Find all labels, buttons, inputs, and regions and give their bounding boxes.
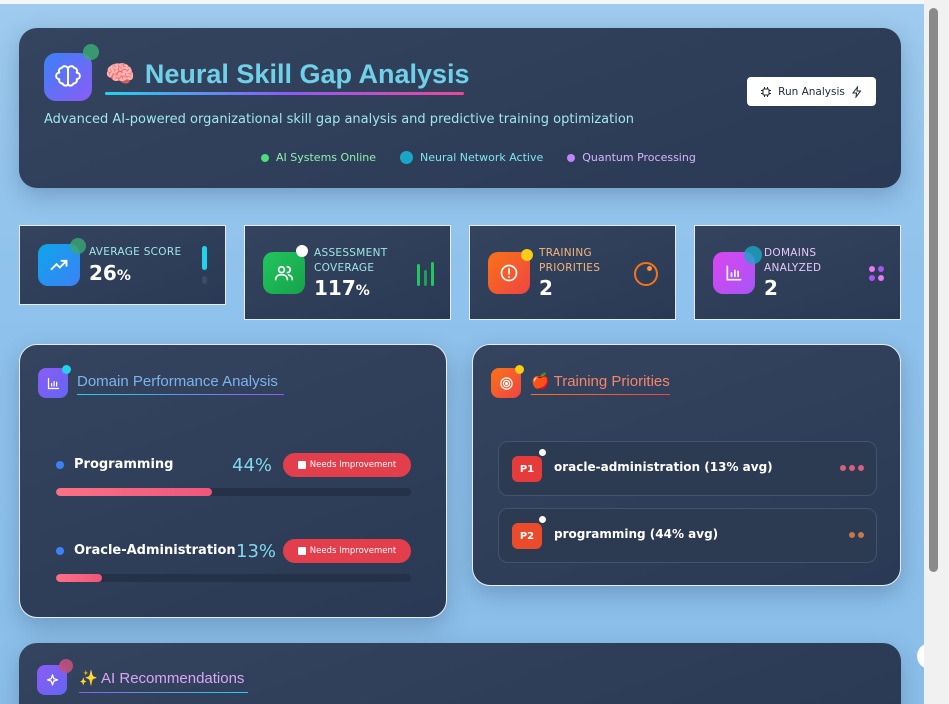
status-dot [400,151,413,164]
title-underline [77,394,284,395]
brain-emoji-icon: 🧠 [105,60,135,88]
stat-value: 2 [539,276,553,300]
warning-icon [297,461,306,469]
stat-value: 2 [764,276,778,300]
severity-dots [849,532,864,538]
status-dot [539,449,546,456]
section-title: Domain Performance Analysis [77,373,278,390]
status-dot [296,245,308,257]
ai-recommendations-card: ✨ AI Recommendations [19,643,901,704]
status-row: AI Systems Online Neural Network Active … [261,151,696,164]
priority-text: programming (44% avg) [554,527,719,541]
progress-bar [56,488,411,496]
page-subtitle: Advanced AI-powered organizational skill… [44,112,635,127]
progress-fill [56,574,103,582]
status-label: AI Systems Online [276,151,376,164]
domain-name: Oracle-Administration [74,543,236,558]
status-dot [261,153,269,162]
domain-percent: 13% [236,541,277,562]
section-title: ✨ AI Recommendations [79,670,245,687]
title-underline [531,394,670,395]
stat-training-priorities: TRAINING PRIORITIES 2 [469,225,676,320]
scrollbar[interactable] [924,0,949,704]
scrollbar-thumb[interactable] [929,8,938,572]
status-dot [83,44,99,60]
priority-badge: P2 [512,523,542,549]
status-neural-active: Neural Network Active [400,151,543,164]
domain-dot [56,547,64,555]
status-dot [539,516,546,523]
priority-badge: P1 [512,456,542,482]
status-dot [744,246,762,264]
lightning-icon [851,85,862,98]
title-underline [79,692,248,693]
domain-percent: 44% [232,455,273,476]
status-dot [62,365,71,374]
cpu-icon [761,86,772,97]
run-analysis-label: Run Analysis [778,85,845,98]
target-indicator [634,262,658,286]
header-card: 🧠 Neural Skill Gap Analysis Advanced AI-… [19,28,901,188]
status-dot [59,659,73,673]
severity-dots [840,465,864,471]
level-indicator [202,276,207,284]
stat-label: DOMAINS ANALYZED [764,247,822,274]
stat-average-score: AVERAGE SCORE 26% [19,225,226,305]
apple-emoji-icon: 🍎 [531,373,550,390]
domain-performance-card: Domain Performance Analysis Programming … [19,344,447,618]
priority-text: oracle-administration (13% avg) [554,460,773,474]
warning-icon [297,547,306,555]
stat-domains-analyzed: DOMAINS ANALYZED 2 [694,225,901,320]
stat-label: TRAINING PRIORITIES [539,247,601,274]
level-indicator [202,246,207,270]
run-analysis-button[interactable]: Run Analysis [747,77,876,106]
status-dot [521,249,533,261]
domain-dot [56,461,64,469]
status-dot [70,238,86,254]
stat-label: AVERAGE SCORE [89,246,182,258]
brain-icon [44,53,92,101]
stat-label: ASSESSMENT COVERAGE [314,247,388,274]
status-label: Quantum Processing [582,151,696,164]
stat-value: 117% [314,276,370,300]
needs-improvement-badge: Needs Improvement [283,453,411,477]
stat-value: 26% [89,261,131,285]
domain-name: Programming [74,457,174,472]
sparkle-emoji-icon: ✨ [79,670,98,687]
stat-assessment-coverage: ASSESSMENT COVERAGE 117% [244,225,451,320]
priority-item[interactable]: P2 programming (44% avg) [498,508,877,563]
users-icon [263,252,305,294]
status-dot [515,365,524,374]
top-edge [0,0,924,4]
progress-fill [56,488,213,496]
page-title: Neural Skill Gap Analysis [144,59,470,89]
needs-improvement-badge: Needs Improvement [283,539,411,563]
training-priorities-card: 🍎 Training Priorities P1 oracle-administ… [472,344,901,586]
bars-indicator [417,262,434,286]
section-title: 🍎 Training Priorities [531,373,670,390]
status-label: Neural Network Active [420,151,544,164]
status-ai-online: AI Systems Online [261,151,376,164]
progress-bar [56,574,411,582]
status-quantum: Quantum Processing [567,151,696,164]
dots-indicator [869,266,884,281]
priority-item[interactable]: P1 oracle-administration (13% avg) [498,441,877,496]
status-dot [567,153,576,162]
title-underline [105,92,464,95]
